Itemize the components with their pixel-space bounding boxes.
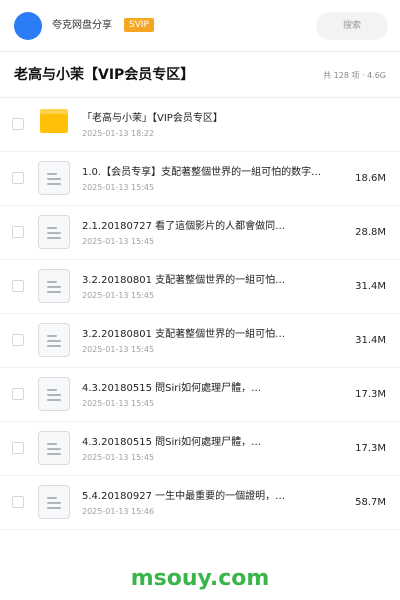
title-row: 老高与小茉【VIP会员专区】 共 128 项 · 4.6G [0, 52, 400, 98]
list-item[interactable]: 1.0.【会员专享】支配著整個世界的一組可怕的数字… 2025-01-13 15… [0, 152, 400, 206]
row-checkbox[interactable] [12, 172, 24, 184]
row-checkbox[interactable] [12, 334, 24, 346]
file-size: 28.8M [355, 227, 386, 238]
search-input[interactable]: 搜索 [316, 12, 388, 40]
file-date: 2025-01-13 15:45 [82, 291, 155, 300]
file-name: 1.0.【会员专享】支配著整個世界的一組可怕的数字… [82, 167, 322, 178]
search-placeholder: 搜索 [342, 21, 361, 31]
file-name: 3.2.20180801 支配著整個世界的一組可怕… [82, 329, 286, 340]
file-name: 「老高与小茉」【VIP会员专区】 [82, 113, 223, 124]
svip-badge: SVIP [124, 18, 154, 32]
list-item[interactable]: 2.1.20180727 看了這個影片的人都會做同… 2025-01-13 15… [0, 206, 400, 260]
list-item[interactable]: 5.4.20180927 一生中最重要的一個證明，… 2025-01-13 15… [0, 476, 400, 530]
document-icon [38, 161, 70, 195]
list-item[interactable]: 3.2.20180801 支配著整個世界的一組可怕… 2025-01-13 15… [0, 314, 400, 368]
file-date: 2025-01-13 18:22 [82, 129, 155, 138]
file-size: 17.3M [355, 443, 386, 454]
document-icon [38, 431, 70, 465]
file-size: 17.3M [355, 389, 386, 400]
username[interactable]: 夸克网盘分享 [52, 19, 112, 33]
file-date: 2025-01-13 15:45 [82, 453, 155, 462]
page-title: 老高与小茉【VIP会员专区】 [14, 67, 195, 83]
file-date: 2025-01-13 15:46 [82, 507, 155, 516]
row-checkbox[interactable] [12, 442, 24, 454]
file-size: 18.6M [355, 173, 386, 184]
row-checkbox[interactable] [12, 496, 24, 508]
file-date: 2025-01-13 15:45 [82, 345, 155, 354]
item-count: 共 128 项 · 4.6G [323, 71, 386, 80]
file-name: 2.1.20180727 看了這個影片的人都會做同… [82, 221, 286, 232]
file-date: 2025-01-13 15:45 [82, 183, 155, 192]
file-name: 4.3.20180515 問Siri如何處理尸體，… [82, 437, 262, 448]
file-name: 4.3.20180515 問Siri如何處理尸體，… [82, 383, 262, 394]
document-icon [38, 323, 70, 357]
folder-icon [40, 109, 68, 133]
file-date: 2025-01-13 15:45 [82, 399, 155, 408]
row-checkbox[interactable] [12, 388, 24, 400]
row-checkbox[interactable] [12, 226, 24, 238]
watermark: msouy.com [130, 566, 270, 591]
file-size: 31.4M [355, 281, 386, 292]
list-item[interactable]: 4.3.20180515 問Siri如何處理尸體，… 2025-01-13 15… [0, 422, 400, 476]
document-icon [38, 485, 70, 519]
document-icon [38, 215, 70, 249]
list-item[interactable]: 「老高与小茉」【VIP会员专区】 2025-01-13 18:22 [0, 98, 400, 152]
file-size: 58.7M [355, 497, 386, 508]
list-item[interactable]: 3.2.20180801 支配著整個世界的一組可怕… 2025-01-13 15… [0, 260, 400, 314]
file-size: 31.4M [355, 335, 386, 346]
file-date: 2025-01-13 15:45 [82, 237, 155, 246]
file-name: 5.4.20180927 一生中最重要的一個證明，… [82, 491, 286, 502]
row-checkbox[interactable] [12, 118, 24, 130]
document-icon [38, 269, 70, 303]
row-checkbox[interactable] [12, 280, 24, 292]
file-list: 「老高与小茉」【VIP会员专区】 2025-01-13 18:22 1.0.【会… [0, 98, 400, 530]
document-icon [38, 377, 70, 411]
list-item[interactable]: 4.3.20180515 問Siri如何處理尸體，… 2025-01-13 15… [0, 368, 400, 422]
avatar[interactable] [14, 12, 42, 40]
file-name: 3.2.20180801 支配著整個世界的一組可怕… [82, 275, 286, 286]
header-bar: 夸克网盘分享 SVIP 搜索 [0, 0, 400, 52]
